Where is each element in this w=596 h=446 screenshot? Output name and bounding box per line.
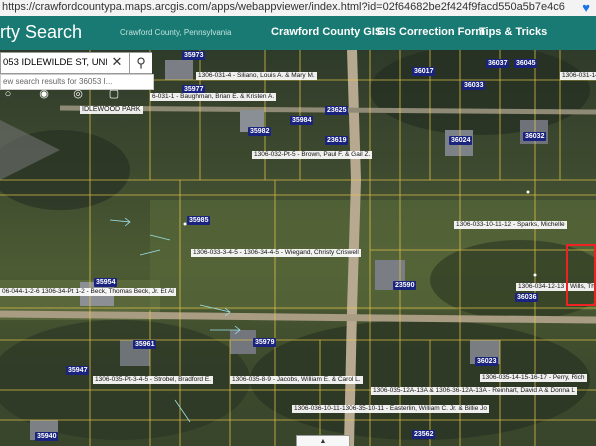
parcel-label: 06-044-1-2-6 1306-34-Pt 1-2 - Beck, Thom… <box>0 288 176 296</box>
parcel-label: 6-031-1 - Baughman, Brian E. & Kristen A… <box>150 93 277 101</box>
parcel-number: 23619 <box>325 136 349 145</box>
app-subtitle: Crawford County, Pennsylvania <box>120 28 232 37</box>
app-title: rty Search <box>0 22 83 42</box>
close-icon[interactable]: ✕ <box>109 54 125 70</box>
search-widget: ✕ ⚲ <box>0 52 152 74</box>
parcel-label: 1306-031-14 - Irv <box>560 72 596 80</box>
collapse-panel-button[interactable]: ▲ <box>296 435 350 446</box>
parcel-number: 23562 <box>412 430 436 439</box>
parcel-number: 36033 <box>462 81 486 90</box>
chevron-up-icon: ▲ <box>319 438 327 445</box>
parcel-number: 36017 <box>412 67 436 76</box>
parcel-number: 35954 <box>94 278 118 287</box>
parcel-number: 35940 <box>35 432 59 441</box>
parcel-number: 36032 <box>523 132 547 141</box>
parcel-number: 35982 <box>248 127 272 136</box>
parcel-label: 1306-031-4 - Siliano, Louis A. & Mary M. <box>196 72 317 80</box>
parcel-label: 1306-033-3-4-5 - 1306-34-4-5 - Wiegand, … <box>191 249 361 257</box>
parcel-number: 35973 <box>182 51 206 60</box>
parcel-number: 35947 <box>66 366 90 375</box>
browser-address-bar[interactable]: https://crawfordcountypa.maps.arcgis.com… <box>0 0 596 17</box>
parcel-label: 1306-035-12A-13A & 1306-36-12A-13A - Rei… <box>371 387 577 395</box>
app-header: rty Search Crawford County, Pennsylvania… <box>0 16 596 50</box>
parcel-number: 36037 <box>486 59 510 68</box>
search-button[interactable]: ⚲ <box>129 53 152 73</box>
search-suggestion[interactable]: ew search results for 36053 I... <box>0 74 154 90</box>
search-icon: ⚲ <box>136 55 146 70</box>
search-input[interactable] <box>1 53 109 71</box>
parcel-number: 36045 <box>514 59 538 68</box>
link-crawford-county-gis[interactable]: Crawford County GIS <box>271 26 382 38</box>
parcel-number: 23625 <box>325 106 349 115</box>
parcel-label: 1306-032-Pt-5 - Brown, Paul F. & Gail Z. <box>252 151 373 159</box>
map-view[interactable]: 35973 35977 36017 36037 36045 36033 2362… <box>0 50 596 446</box>
parcel-number: 36036 <box>515 293 539 302</box>
parcel-label: 1306-033-10-11-12 - Sparks, Michelle <box>454 221 567 229</box>
parcel-number: 23590 <box>393 281 417 290</box>
parcel-number: 35979 <box>253 338 277 347</box>
parcel-number: 36023 <box>475 357 499 366</box>
parcel-number: 36024 <box>449 136 473 145</box>
heart-icon[interactable]: ♥ <box>582 0 590 15</box>
parcel-label: 1306-035-Pt-3-4-5 - Strobel, Bradford E. <box>93 376 213 384</box>
street-label: IDLEWOOD PARK <box>80 106 143 114</box>
url-text[interactable]: https://crawfordcountypa.maps.arcgis.com… <box>2 1 565 13</box>
parcel-number: 35961 <box>133 340 157 349</box>
parcel-number: 35985 <box>187 216 211 225</box>
parcel-label: 1306-035-14-15-16-17 - Perry, Rich <box>480 374 587 382</box>
link-tips-tricks[interactable]: Tips & Tricks <box>479 26 547 38</box>
link-gis-correction-form[interactable]: GIS Correction Form <box>377 26 485 38</box>
parcel-number: 35984 <box>290 116 314 125</box>
parcel-label: 1306-035-8-9 - Jacobs, William E. & Caro… <box>230 376 363 384</box>
parcel-label: 1306-036-10-11-1306-35-10-11 - Easterlin… <box>292 405 490 413</box>
selected-parcel-highlight <box>566 244 596 306</box>
